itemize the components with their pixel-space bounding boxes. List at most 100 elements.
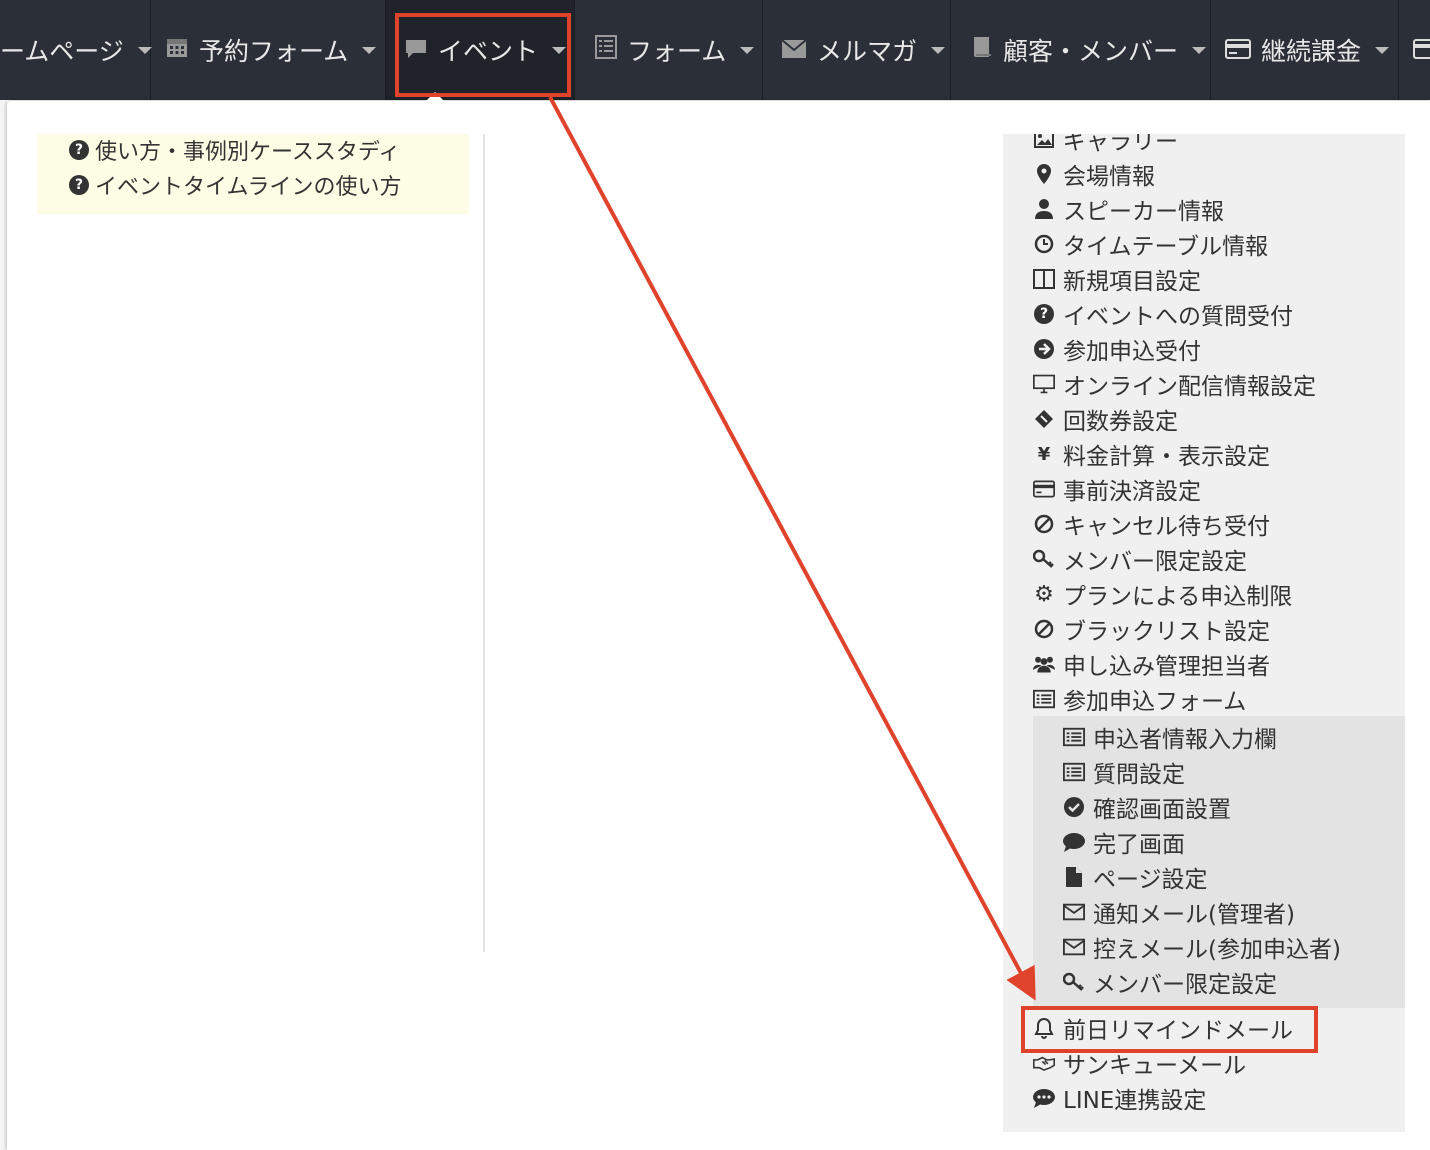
nav-item-mailmagazine[interactable]: メルマガ (763, 0, 951, 100)
help-link-timeline-guide[interactable]: ? イベントタイムラインの使い方 (69, 169, 401, 201)
help-link-label: イベントタイムラインの使い方 (95, 175, 402, 200)
menu-item-label: タイムテーブル情報 (1063, 234, 1269, 260)
menu-item-waitlist[interactable]: キャンセル待ち受付 (1033, 507, 1270, 541)
yen-icon: ¥ (1037, 443, 1051, 465)
menu-item-online-stream[interactable]: オンライン配信情報設定 (1033, 367, 1316, 401)
columns-icon (1033, 268, 1055, 290)
question-circle-icon: ? (69, 140, 89, 160)
menu-item-label: オンライン配信情報設定 (1063, 374, 1316, 400)
nav-item-subscription[interactable]: 継続課金 (1211, 0, 1399, 100)
caret-down-icon (362, 46, 377, 54)
menu-item-blacklist[interactable]: ブラックリスト設定 (1033, 612, 1270, 646)
menu-item-coupon-ticket[interactable]: 回数券設定 (1033, 402, 1178, 436)
caret-down-icon (740, 46, 755, 54)
menu-item-speaker[interactable]: スピーカー情報 (1033, 192, 1224, 226)
credit-card-icon (1413, 36, 1430, 65)
nav-item-customers-members[interactable]: 顧客・メンバー (951, 0, 1211, 100)
submenu-item-label: 完了画面 (1093, 832, 1185, 858)
envelope-o-icon (1063, 936, 1085, 958)
nav-item-label: ームページ (0, 37, 124, 66)
submenu-item-label: メンバー限定設定 (1093, 972, 1277, 998)
menu-item-label: キャンセル待ち受付 (1063, 514, 1270, 540)
gear-icon: ⚙ (1034, 581, 1054, 607)
menu-item-label: ギャラリー (1063, 134, 1178, 155)
top-navigation-bar: ームページ 予約フォーム イベント フォーム メルマガ 顧客・メンバー 継続課金 (0, 0, 1430, 100)
nav-item-label: 顧客・メンバー (1003, 37, 1179, 66)
caret-down-icon (1375, 46, 1390, 54)
menu-item-venue[interactable]: 会場情報 (1033, 157, 1155, 191)
nav-item-form[interactable]: フォーム (575, 0, 763, 100)
comment-dots-icon (1033, 1087, 1055, 1109)
menu-item-registration[interactable]: 参加申込受付 (1033, 332, 1201, 366)
nav-item-homepage[interactable]: ームページ (0, 0, 152, 100)
menu-item-label: 新規項目設定 (1063, 269, 1201, 295)
submenu-item-complete-screen[interactable]: 完了画面 (1063, 825, 1185, 859)
menu-item-label: 参加申込フォーム (1063, 689, 1247, 715)
column-divider (483, 134, 485, 952)
ticket-icon (1033, 408, 1055, 430)
ban-icon (1033, 513, 1055, 535)
menu-item-registration-form[interactable]: 参加申込フォーム (1033, 682, 1246, 716)
menu-item-plan-restriction[interactable]: ⚙ プランによる申込制限 (1033, 577, 1292, 611)
menu-item-new-field[interactable]: 新規項目設定 (1033, 262, 1201, 296)
highlight-reminder-mail (1021, 1006, 1318, 1053)
handshake-icon (1033, 1052, 1055, 1074)
caret-down-icon (1192, 46, 1207, 54)
menu-item-price-settings[interactable]: ¥ 料金計算・表示設定 (1033, 437, 1270, 471)
clock-icon (1033, 233, 1055, 255)
question-circle-icon: ? (69, 175, 89, 195)
menu-item-admin-staff[interactable]: 申し込み管理担当者 (1033, 647, 1270, 681)
menu-item-member-only[interactable]: メンバー限定設定 (1033, 542, 1247, 576)
credit-card-icon (1033, 478, 1055, 500)
file-icon (1063, 866, 1085, 888)
nav-item-more[interactable] (1399, 0, 1430, 100)
map-marker-icon (1033, 163, 1055, 185)
menu-item-line-integration[interactable]: LINE連携設定 (1033, 1081, 1206, 1115)
check-circle-icon (1063, 796, 1085, 818)
caret-down-icon (137, 46, 152, 54)
list-icon (595, 35, 617, 65)
submenu-item-page-settings[interactable]: ページ設定 (1063, 860, 1208, 894)
nav-item-label: 予約フォーム (199, 37, 349, 66)
menu-item-label: イベントへの質問受付 (1063, 304, 1293, 330)
submenu-item-admin-notify-mail[interactable]: 通知メール(管理者) (1063, 895, 1295, 929)
submenu-item-label: 質問設定 (1093, 762, 1185, 788)
menu-item-label: 会場情報 (1063, 164, 1155, 190)
menu-item-label: LINE連携設定 (1063, 1088, 1207, 1114)
help-link-label: 使い方・事例別ケーススタディ (95, 140, 401, 165)
menu-item-timetable[interactable]: タイムテーブル情報 (1033, 227, 1268, 261)
menu-item-prepayment[interactable]: 事前決済設定 (1033, 472, 1201, 506)
submenu-item-label: 控えメール(参加申込者) (1093, 937, 1341, 963)
submenu-item-confirm-screen[interactable]: 確認画面設置 (1063, 790, 1231, 824)
calendar-icon (165, 35, 189, 65)
users-icon (1033, 653, 1055, 675)
envelope-icon (781, 36, 807, 65)
caret-down-icon (931, 46, 946, 54)
image-icon (1033, 134, 1055, 150)
menu-item-label: スピーカー情報 (1063, 199, 1224, 225)
key-icon (1063, 971, 1085, 993)
nav-item-reservation-form[interactable]: 予約フォーム (151, 0, 386, 100)
background-page-edge (0, 100, 7, 1150)
help-links-box: ? 使い方・事例別ケーススタディ ? イベントタイムラインの使い方 (37, 134, 469, 214)
user-icon (1033, 198, 1055, 220)
desktop-icon (1033, 373, 1055, 395)
envelope-o-icon (1063, 901, 1085, 923)
nav-item-label: フォーム (627, 37, 727, 66)
registration-form-submenu: 申込者情報入力欄 質問設定 確認画面設置 完了画面 ページ設定 通知メール(管理… (1033, 716, 1405, 1008)
arrow-circle-right-icon (1033, 338, 1055, 360)
submenu-item-member-only[interactable]: メンバー限定設定 (1063, 965, 1277, 999)
submenu-item-applicant-copy-mail[interactable]: 控えメール(参加申込者) (1063, 930, 1341, 964)
help-link-case-study[interactable]: ? 使い方・事例別ケーススタディ (69, 134, 400, 166)
menu-item-label: 参加申込受付 (1063, 339, 1201, 365)
event-settings-menu: ギャラリー 会場情報 スピーカー情報 タイムテーブル情報 新規項目設定 ? イベ… (1003, 134, 1405, 1132)
submenu-item-applicant-fields[interactable]: 申込者情報入力欄 (1063, 720, 1277, 754)
menu-item-label: 回数券設定 (1063, 409, 1178, 435)
book-icon (971, 34, 993, 66)
menu-item-gallery[interactable]: ギャラリー (1033, 134, 1178, 156)
ban-icon (1033, 618, 1055, 640)
list-alt-icon (1063, 726, 1085, 748)
menu-item-label: 事前決済設定 (1063, 479, 1201, 505)
menu-item-questions[interactable]: ? イベントへの質問受付 (1033, 297, 1293, 331)
submenu-item-question-settings[interactable]: 質問設定 (1063, 755, 1185, 789)
